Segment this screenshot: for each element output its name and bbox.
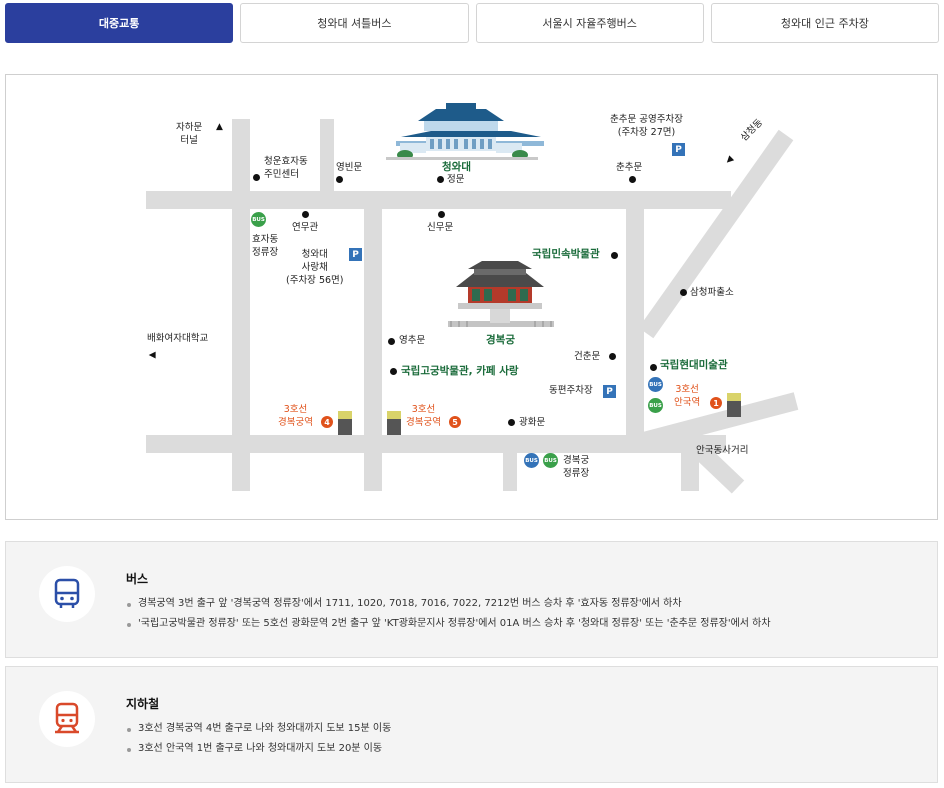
bus-icon: BUS <box>251 212 266 227</box>
subway-list: 3호선 경복궁역 4번 출구로 나와 청와대까지 도보 15분 이동 3호선 안… <box>126 719 391 759</box>
gyeongbokgung-illustration <box>448 261 554 327</box>
label-sinmu: 신무문 <box>427 222 454 233</box>
label-geonchun: 건춘문 <box>574 351 601 362</box>
list-item: 3호선 안국역 1번 출구로 나와 청와대까지 도보 20분 이동 <box>126 739 391 759</box>
marker-samcheong-police <box>680 289 687 296</box>
exit-4-badge: 4 <box>321 416 333 428</box>
label-sarangchae: 청와대 사랑채 (주차장 56면) <box>286 249 344 286</box>
label-yeonmu: 연무관 <box>292 222 319 233</box>
station-pillar-gyeongbok-4 <box>338 411 352 435</box>
marker-palace-museum <box>390 368 397 375</box>
subway-info-panel: 지하철 3호선 경복궁역 4번 출구로 나와 청와대까지 도보 15분 이동 3… <box>5 666 938 783</box>
bus-icon: BUS <box>524 453 539 468</box>
label-line3-anguk: 3호선 안국역 <box>674 384 701 408</box>
marker-cheongun <box>253 174 260 181</box>
bus-icon: BUS <box>648 377 663 392</box>
location-map: 자하문 터널 ▲ 청운효자동 주민센터 영빈문 청와대 정문 춘추문 공영주차장… <box>5 74 938 520</box>
label-yeongchu: 영추문 <box>399 335 426 346</box>
label-cheongun: 청운효자동 주민센터 <box>264 156 308 180</box>
label-yeongbin: 영빈문 <box>336 162 363 173</box>
label-gyeongbokgung: 경복궁 <box>486 334 515 346</box>
label-modern-art: 국립현대미술관 <box>660 359 728 371</box>
transport-tabs: 대중교통 청와대 셔틀버스 서울시 자율주행버스 청와대 인근 주차장 <box>5 3 939 43</box>
road-samcheong <box>638 129 794 339</box>
parking-icon: P <box>672 143 685 156</box>
bus-icon <box>54 578 80 608</box>
road-yeongbin <box>320 119 334 191</box>
bus-info-panel: 버스 경복궁역 3번 출구 앞 '경복궁역 정류장'에서 1711, 1020,… <box>5 541 938 658</box>
tab-nearby-parking[interactable]: 청와대 인근 주차장 <box>710 3 939 43</box>
road-gwanghwa <box>503 453 517 491</box>
list-item: 경복궁역 3번 출구 앞 '경복궁역 정류장'에서 1711, 1020, 70… <box>126 594 771 614</box>
list-item: 3호선 경복궁역 4번 출구로 나와 청와대까지 도보 15분 이동 <box>126 719 391 739</box>
bus-icon: BUS <box>648 398 663 413</box>
marker-gwanghwa <box>508 419 515 426</box>
tab-shuttle-bus[interactable]: 청와대 셔틀버스 <box>240 3 469 43</box>
parking-icon: P <box>603 385 616 398</box>
exit-1-badge: 1 <box>710 397 722 409</box>
arrow-up-icon: ▲ <box>216 122 223 132</box>
arrow-left-icon: ▲ <box>147 351 158 359</box>
label-chunchu: 춘추문 <box>616 162 643 173</box>
label-jaha-tunnel: 자하문 터널 <box>176 122 203 146</box>
label-gwanghwa: 광화문 <box>519 417 546 428</box>
tab-public-transport[interactable]: 대중교통 <box>5 3 234 43</box>
label-palace-museum: 국립고궁박물관, 카페 사랑 <box>401 365 519 377</box>
bus-icon: BUS <box>543 453 558 468</box>
marker-modern-art <box>650 364 657 371</box>
marker-chunchu <box>629 176 636 183</box>
bus-list: 경복궁역 3번 출구 앞 '경복궁역 정류장'에서 1711, 1020, 70… <box>126 594 771 634</box>
road-sinmu-west <box>364 209 382 491</box>
marker-jeongmun <box>437 176 444 183</box>
label-dongpyeon-parking: 동편주차장 <box>549 385 593 396</box>
bus-title: 버스 <box>126 572 149 586</box>
marker-yeonmu <box>302 211 309 218</box>
label-folk-museum: 국립민속박물관 <box>532 248 600 260</box>
label-jeongmun: 정문 <box>447 174 465 185</box>
label-samcheong-police: 삼청파출소 <box>690 287 734 298</box>
subway-icon <box>55 702 79 734</box>
label-gyeongbok-bus: 경복궁 정류장 <box>563 455 590 479</box>
exit-5-badge: 5 <box>449 416 461 428</box>
marker-yeongchu <box>388 338 395 345</box>
cheongwadae-illustration <box>386 103 544 160</box>
marker-sinmu <box>438 211 445 218</box>
station-pillar-gyeongbok-5 <box>387 411 401 435</box>
map-roads <box>146 103 799 494</box>
label-hyoja-bus: 효자동 정류장 <box>252 234 279 258</box>
label-anguk-intersection: 안국동사거리 <box>696 445 749 456</box>
subway-title: 지하철 <box>126 697 160 711</box>
bus-icon-circle <box>39 566 95 622</box>
road-east <box>626 209 644 435</box>
list-item: '국립고궁박물관 정류장' 또는 5호선 광화문역 2번 출구 앞 'KT광화문… <box>126 614 771 634</box>
road-west <box>232 119 250 491</box>
parking-icon: P <box>349 248 362 261</box>
label-chunchu-parking: 춘추문 공영주차장 (주차장 27면) <box>610 114 683 138</box>
marker-yeongbin <box>336 176 343 183</box>
label-line3-gyeongbok-4: 3호선 경복궁역 <box>278 404 313 428</box>
label-line3-gyeongbok-5: 3호선 경복궁역 <box>406 404 441 428</box>
label-baehwa: 배화여자대학교 <box>147 333 209 344</box>
tab-autonomous-bus[interactable]: 서울시 자율주행버스 <box>475 3 704 43</box>
marker-folk-museum <box>611 252 618 259</box>
marker-geonchun <box>609 353 616 360</box>
subway-icon-circle <box>39 691 95 747</box>
station-pillar-anguk-1 <box>727 393 741 417</box>
